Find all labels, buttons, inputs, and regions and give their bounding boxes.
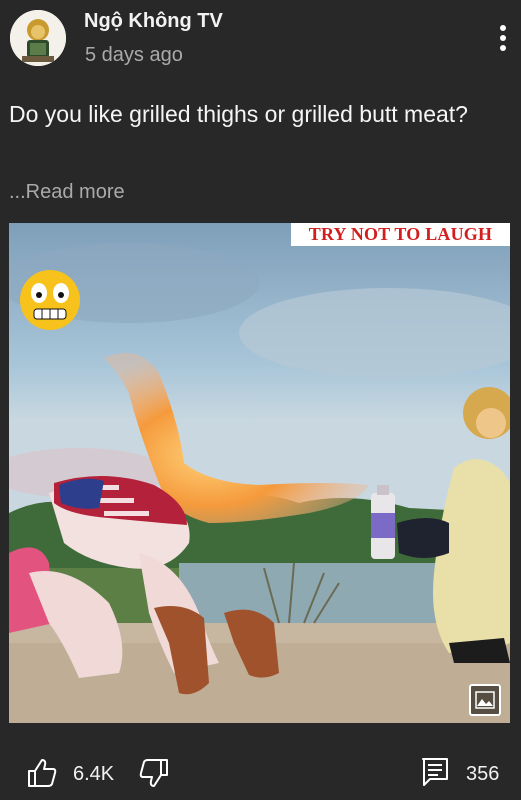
image-icon (475, 691, 495, 709)
gallery-button[interactable] (469, 684, 501, 716)
post-image[interactable]: TRY NOT TO LAUGH (9, 223, 510, 723)
more-vert-icon (500, 25, 506, 51)
like-count: 6.4K (73, 763, 115, 785)
thumbs-down-icon (139, 759, 168, 787)
post-text: Do you like grilled thighs or grilled bu… (9, 101, 468, 127)
channel-name[interactable]: Ngộ Không TV (84, 10, 223, 33)
comments-button[interactable] (418, 755, 452, 789)
post-action-bar: 6.4K 356 (0, 745, 521, 800)
like-button[interactable] (26, 757, 58, 789)
post-photo-illustration (9, 223, 510, 723)
channel-avatar[interactable] (10, 10, 66, 66)
more-options-button[interactable] (488, 20, 518, 56)
comment-icon (422, 758, 448, 786)
read-more-link[interactable]: ...Read more (9, 181, 125, 204)
monkey-king-avatar-image (10, 10, 66, 66)
comment-count: 356 (466, 763, 500, 785)
thumbs-up-icon (28, 759, 57, 787)
dislike-button[interactable] (138, 757, 170, 789)
image-banner-text: TRY NOT TO LAUGH (291, 223, 510, 246)
post-timestamp: 5 days ago (85, 44, 183, 66)
